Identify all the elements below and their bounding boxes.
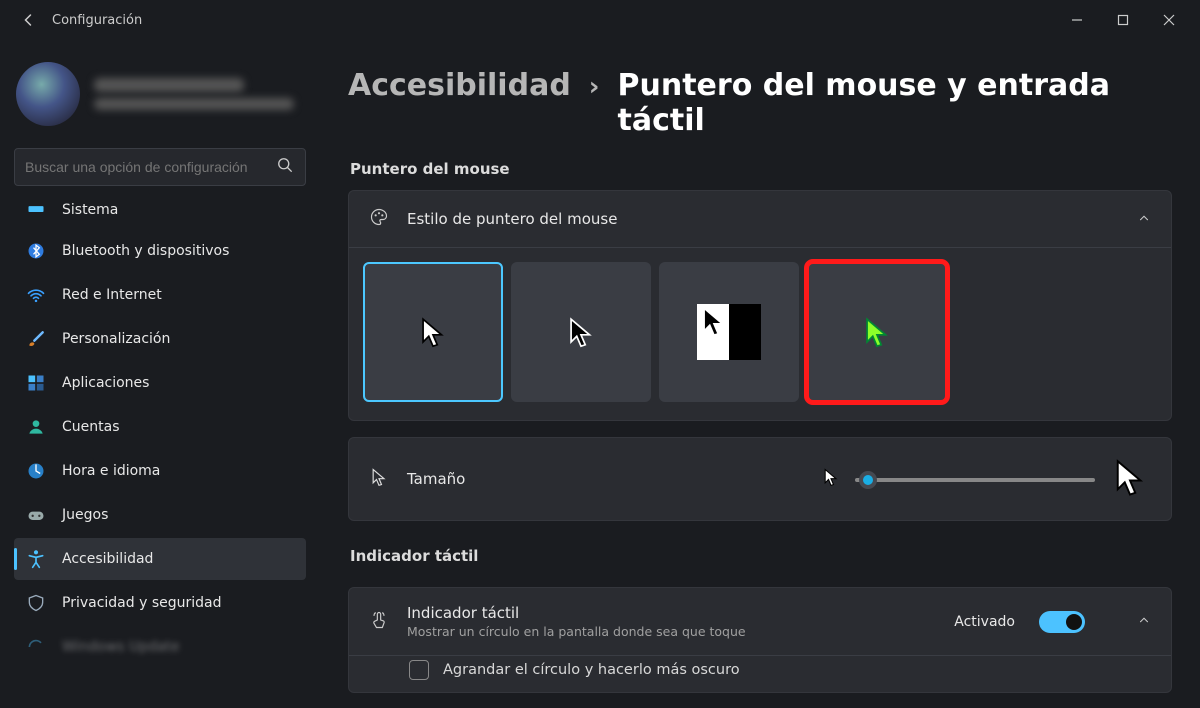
sidebar-item-label: Juegos bbox=[62, 507, 108, 523]
breadcrumb-parent[interactable]: Accesibilidad bbox=[348, 68, 571, 103]
cursor-small-icon bbox=[821, 467, 841, 491]
sidebar-item-juegos[interactable]: Juegos bbox=[14, 494, 306, 536]
update-icon bbox=[26, 637, 46, 657]
gamepad-icon bbox=[26, 505, 46, 525]
touch-indicator-title: Indicador táctil bbox=[407, 604, 936, 622]
nav-list: Sistema Bluetooth y dispositivos Red e I… bbox=[14, 198, 306, 678]
sidebar-item-label: Cuentas bbox=[62, 419, 120, 435]
sidebar-item-sistema[interactable]: Sistema bbox=[14, 198, 306, 228]
sidebar-item-label: Personalización bbox=[62, 331, 170, 347]
maximize-button[interactable] bbox=[1100, 0, 1146, 40]
sidebar-item-privacidad[interactable]: Privacidad y seguridad bbox=[14, 582, 306, 624]
sidebar-item-hora[interactable]: Hora e idioma bbox=[14, 450, 306, 492]
sidebar-item-accesibilidad[interactable]: Accesibilidad bbox=[14, 538, 306, 580]
breadcrumb: Accesibilidad › Puntero del mouse y entr… bbox=[348, 68, 1172, 138]
chevron-up-icon bbox=[1137, 210, 1151, 229]
cursor-large-icon bbox=[1109, 456, 1151, 502]
back-button[interactable] bbox=[8, 0, 48, 40]
pointer-style-white[interactable] bbox=[363, 262, 503, 402]
page-title: Puntero del mouse y entrada táctil bbox=[618, 68, 1172, 138]
search-icon bbox=[275, 155, 295, 179]
shield-icon bbox=[26, 593, 46, 613]
bluetooth-icon bbox=[26, 241, 46, 261]
pointer-style-options bbox=[349, 248, 1171, 420]
titlebar: Configuración bbox=[0, 0, 1200, 40]
pointer-style-inverted[interactable] bbox=[659, 262, 799, 402]
sidebar-item-aplicaciones[interactable]: Aplicaciones bbox=[14, 362, 306, 404]
app-title: Configuración bbox=[52, 13, 142, 28]
sidebar-item-label: Sistema bbox=[62, 202, 118, 218]
sidebar-item-red[interactable]: Red e Internet bbox=[14, 274, 306, 316]
sidebar-item-label: Privacidad y seguridad bbox=[62, 595, 222, 611]
pointer-style-header[interactable]: Estilo de puntero del mouse bbox=[349, 191, 1171, 247]
close-button[interactable] bbox=[1146, 0, 1192, 40]
enlarge-circle-label: Agrandar el círculo y hacerlo más oscuro bbox=[443, 662, 740, 678]
enlarge-circle-row[interactable]: Agrandar el círculo y hacerlo más oscuro bbox=[349, 656, 1171, 692]
sidebar-item-label: Aplicaciones bbox=[62, 375, 149, 391]
pointer-style-panel: Estilo de puntero del mouse bbox=[348, 190, 1172, 421]
chevron-right-icon: › bbox=[589, 72, 600, 102]
sidebar-item-windows-update[interactable]: Windows Update bbox=[14, 626, 306, 668]
palette-icon bbox=[369, 207, 389, 231]
chevron-up-icon[interactable] bbox=[1137, 612, 1151, 631]
pointer-style-custom[interactable] bbox=[807, 262, 947, 402]
cursor-icon bbox=[369, 467, 389, 491]
touch-indicator-toggle[interactable] bbox=[1039, 611, 1085, 633]
profile-email-redacted bbox=[94, 98, 294, 110]
sidebar-item-label: Hora e idioma bbox=[62, 463, 160, 479]
touch-indicator-desc: Mostrar un círculo en la pantalla donde … bbox=[407, 624, 936, 639]
apps-icon bbox=[26, 373, 46, 393]
size-label: Tamaño bbox=[407, 470, 465, 488]
monitor-icon bbox=[26, 202, 46, 222]
profile-block[interactable] bbox=[14, 52, 306, 144]
pointer-style-label: Estilo de puntero del mouse bbox=[407, 210, 1119, 228]
section-title-pointer: Puntero del mouse bbox=[350, 160, 1172, 178]
touch-indicator-panel: Indicador táctil Mostrar un círculo en l… bbox=[348, 587, 1172, 693]
touch-indicator-row[interactable]: Indicador táctil Mostrar un círculo en l… bbox=[349, 588, 1171, 655]
sidebar-item-label: Bluetooth y dispositivos bbox=[62, 243, 229, 259]
sidebar-item-label: Windows Update bbox=[62, 639, 180, 655]
sidebar-item-cuentas[interactable]: Cuentas bbox=[14, 406, 306, 448]
main-content: Accesibilidad › Puntero del mouse y entr… bbox=[320, 40, 1200, 708]
touch-icon bbox=[369, 610, 389, 634]
search-box[interactable] bbox=[14, 148, 306, 186]
profile-name-redacted bbox=[94, 78, 244, 92]
pointer-style-black[interactable] bbox=[511, 262, 651, 402]
pointer-size-panel: Tamaño bbox=[348, 437, 1172, 521]
toggle-state-label: Activado bbox=[954, 614, 1015, 630]
window-controls bbox=[1054, 0, 1192, 40]
clock-globe-icon bbox=[26, 461, 46, 481]
sidebar-item-label: Red e Internet bbox=[62, 287, 162, 303]
sidebar-item-bluetooth[interactable]: Bluetooth y dispositivos bbox=[14, 230, 306, 272]
section-title-touch: Indicador táctil bbox=[350, 547, 1172, 565]
sidebar: Sistema Bluetooth y dispositivos Red e I… bbox=[0, 40, 320, 708]
minimize-button[interactable] bbox=[1054, 0, 1100, 40]
size-slider[interactable] bbox=[855, 469, 1095, 489]
accounts-icon bbox=[26, 417, 46, 437]
sidebar-item-label: Accesibilidad bbox=[62, 551, 153, 567]
wifi-icon bbox=[26, 285, 46, 305]
search-input[interactable] bbox=[25, 159, 267, 175]
sidebar-item-personalizacion[interactable]: Personalización bbox=[14, 318, 306, 360]
brush-icon bbox=[26, 329, 46, 349]
slider-thumb[interactable] bbox=[859, 471, 877, 489]
accessibility-icon bbox=[26, 549, 46, 569]
enlarge-circle-checkbox[interactable] bbox=[409, 660, 429, 680]
avatar bbox=[16, 62, 80, 126]
